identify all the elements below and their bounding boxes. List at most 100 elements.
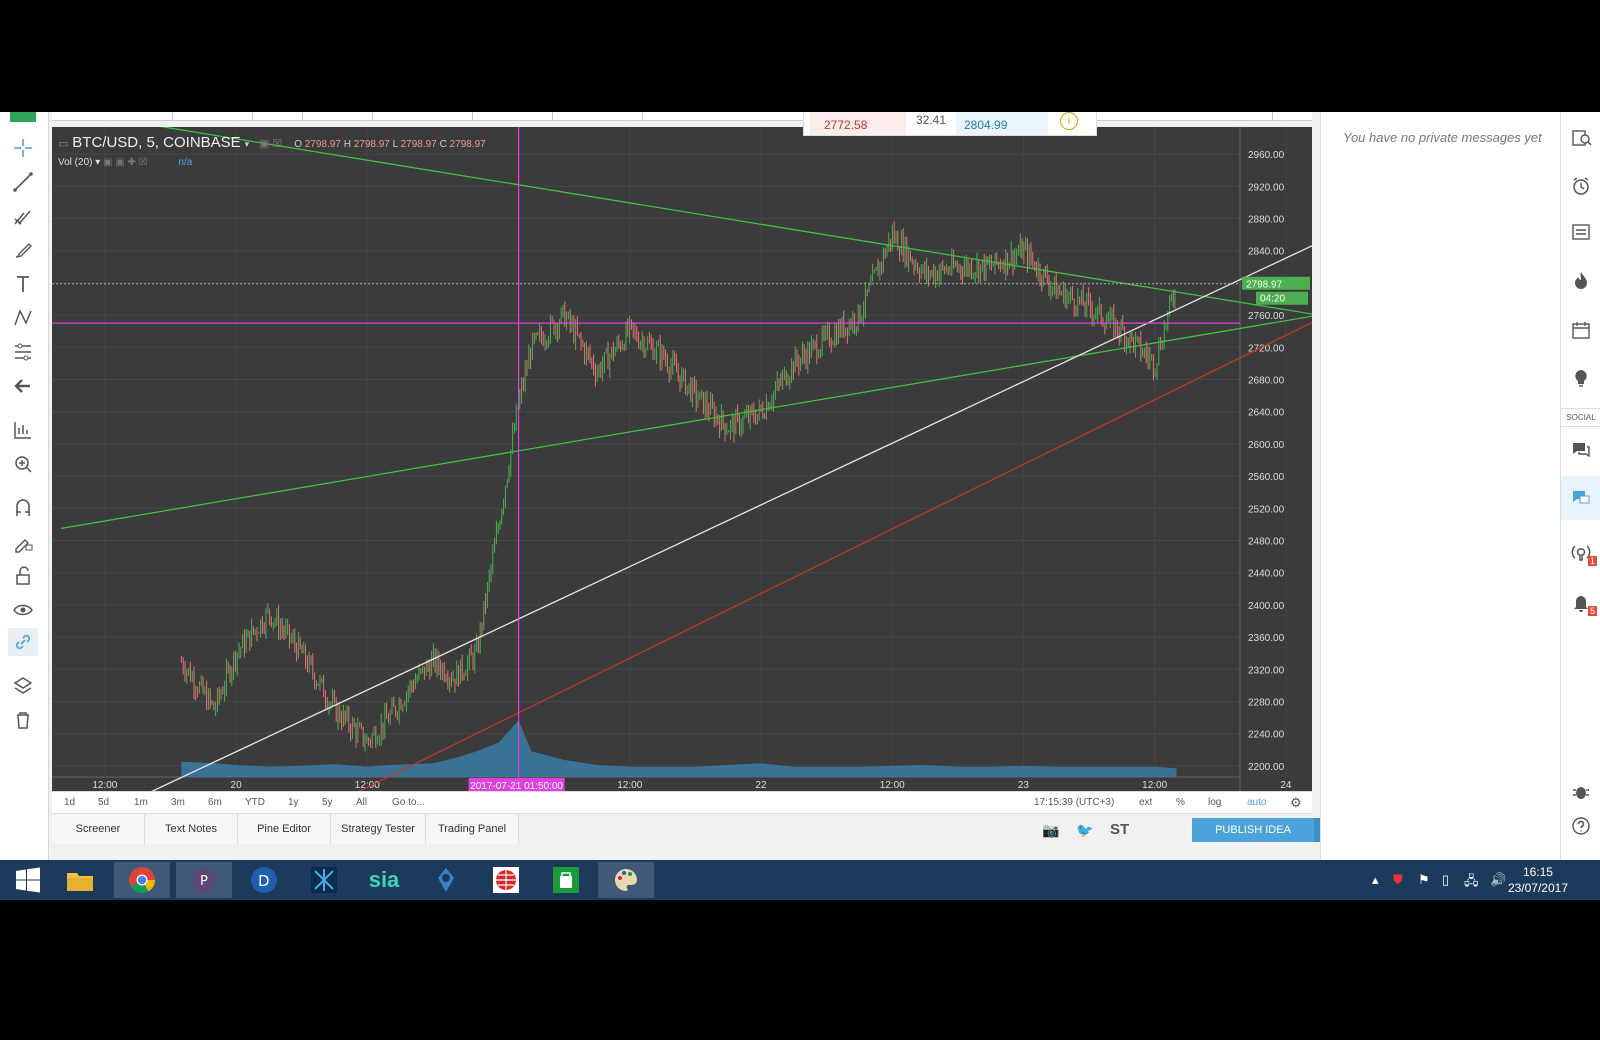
ideas-lightbulb-icon[interactable] [1569,366,1593,390]
fib-icon[interactable] [8,338,38,366]
bug-report-icon[interactable] [1569,780,1593,804]
range-all[interactable]: All [356,797,367,808]
right-sidebar: SOCIAL 1 5 [1560,112,1600,860]
data-window-icon[interactable] [1569,220,1593,244]
pattern-icon[interactable] [8,304,38,332]
chart-settings-icon[interactable]: ⚙ [1290,795,1302,811]
chart-canvas[interactable]: 2960.002920.002880.002840.002800.002760.… [52,127,1312,791]
volume-settings-icon[interactable]: ▣ ▣ ✚ ☒ [103,157,148,168]
last-price-label: 2798.97 [1246,280,1283,291]
price-chart[interactable]: 2960.002920.002880.002840.002800.002760.… [52,127,1312,791]
x-tick-label: 12:00 [355,780,380,791]
range-3m[interactable]: 3m [171,797,185,808]
calendar-icon[interactable] [1569,318,1593,342]
lock-drawing-icon[interactable] [8,528,38,556]
trend-line-icon[interactable] [8,168,38,196]
brush-icon[interactable] [8,236,38,264]
miner-app-icon[interactable] [418,862,474,898]
tab-pine-editor[interactable]: Pine Editor [238,814,331,844]
measure-icon[interactable] [8,416,38,444]
layers-icon[interactable] [8,672,38,700]
eye-icon[interactable] [8,596,38,624]
toolbar-top-button[interactable] [10,112,36,122]
tab-trading-panel[interactable]: Trading Panel [426,814,519,844]
stocktwits-icon[interactable]: ST [1110,821,1129,838]
arrow-back-icon[interactable] [8,372,38,400]
range-1d[interactable]: 1d [64,797,75,808]
chart-menu-icon[interactable]: ▭ [58,138,68,150]
range-1y[interactable]: 1y [288,797,299,808]
range-6m[interactable]: 6m [208,797,222,808]
antivirus-tray-icon[interactable]: ⛊ [1393,872,1403,888]
range-ytd[interactable]: YTD [245,797,265,808]
private-chat-tab[interactable] [1561,476,1600,520]
streams-badge: 1 [1587,556,1597,566]
auto-toggle[interactable]: auto [1247,797,1266,808]
windows-start-icon[interactable] [0,862,56,898]
text-icon[interactable] [8,270,38,298]
electroneum-wallet-icon[interactable] [296,862,352,898]
camera-icon[interactable]: 📷 [1042,822,1059,839]
info-icon[interactable]: i [1060,112,1078,130]
notifications-bell-icon[interactable]: 5 [1569,590,1597,616]
tab-screener[interactable]: Screener [52,814,145,844]
goto-date-button[interactable]: Go to... [392,797,425,808]
paint-icon[interactable] [598,862,654,898]
ext-toggle[interactable]: ext [1139,797,1152,808]
y-tick-label: 2280.00 [1248,697,1285,708]
spread-value: 32.41 [916,113,947,127]
buy-button[interactable]: 2804.99 [956,112,1048,135]
x-tick-label: 20 [231,780,243,791]
symbol-dropdown-icon[interactable]: ▾ [245,139,250,149]
streams-icon[interactable]: 1 [1569,540,1597,566]
pitchfork-icon[interactable] [8,202,38,230]
svg-text:D: D [258,872,270,890]
twitter-icon[interactable]: 🐦 [1076,822,1093,839]
action-center-flag-icon[interactable]: ⚑ [1418,872,1430,888]
zoom-in-icon[interactable] [8,450,38,478]
sia-wallet-icon[interactable]: sia [356,862,412,898]
unlock-icon[interactable] [8,562,38,590]
tab-strategy-tester[interactable]: Strategy Tester [331,814,426,844]
range-5y[interactable]: 5y [322,797,333,808]
trash-icon[interactable] [8,706,38,734]
tab-text-notes[interactable]: Text Notes [145,814,238,844]
crosshair-icon[interactable] [8,134,38,162]
digibyte-wallet-icon[interactable]: D [236,862,292,898]
svg-text:P: P [200,874,208,889]
range-5d[interactable]: 5d [98,797,109,808]
file-explorer-icon[interactable] [52,862,108,898]
range-1m[interactable]: 1m [134,797,148,808]
network-tray-icon[interactable]: 🖧 [1464,872,1479,894]
system-clock[interactable]: 16:15 23/07/2017 [1508,864,1568,896]
alarm-clock-icon[interactable] [1569,174,1593,198]
publish-idea-button[interactable]: PUBLISH IDEA [1192,818,1314,842]
magnet-icon[interactable] [8,494,38,522]
y-tick-label: 2360.00 [1248,633,1285,644]
hotlist-flame-icon[interactable] [1569,268,1593,292]
pivx-wallet-icon[interactable]: P [176,862,232,898]
help-icon[interactable] [1569,814,1593,838]
x-tick-label: 12:00 [617,780,642,791]
sell-button[interactable]: 2772.58 [810,112,906,135]
legend-settings-icon[interactable]: ▣ ☒ [259,138,282,150]
x-tick-label: 22 [755,780,767,791]
store-icon[interactable] [538,862,594,898]
chats-icon[interactable] [1569,438,1593,462]
battery-tray-icon[interactable]: ▯ [1442,872,1449,888]
y-tick-label: 2920.00 [1248,182,1285,193]
private-messages-panel: You have no private messages yet [1320,112,1561,860]
volume-tray-icon[interactable]: 🔊 [1490,872,1506,888]
globe-app-icon[interactable] [478,862,534,898]
volume-label[interactable]: Vol (20) [58,157,92,168]
y-tick-label: 2520.00 [1248,504,1285,515]
chrome-icon[interactable] [114,862,170,898]
tray-chevron-icon[interactable]: ▴ [1372,872,1379,888]
log-toggle[interactable]: log [1208,797,1221,808]
symbol-label[interactable]: BTC/USD, 5, COINBASE [72,134,240,151]
social-section-label: SOCIAL [1561,408,1600,427]
watchlist-icon[interactable] [1569,126,1593,150]
trade-widget: 2772.58 32.41 2804.99 i [803,112,1097,136]
percent-toggle[interactable]: % [1176,797,1185,808]
link-icon[interactable] [8,628,38,656]
